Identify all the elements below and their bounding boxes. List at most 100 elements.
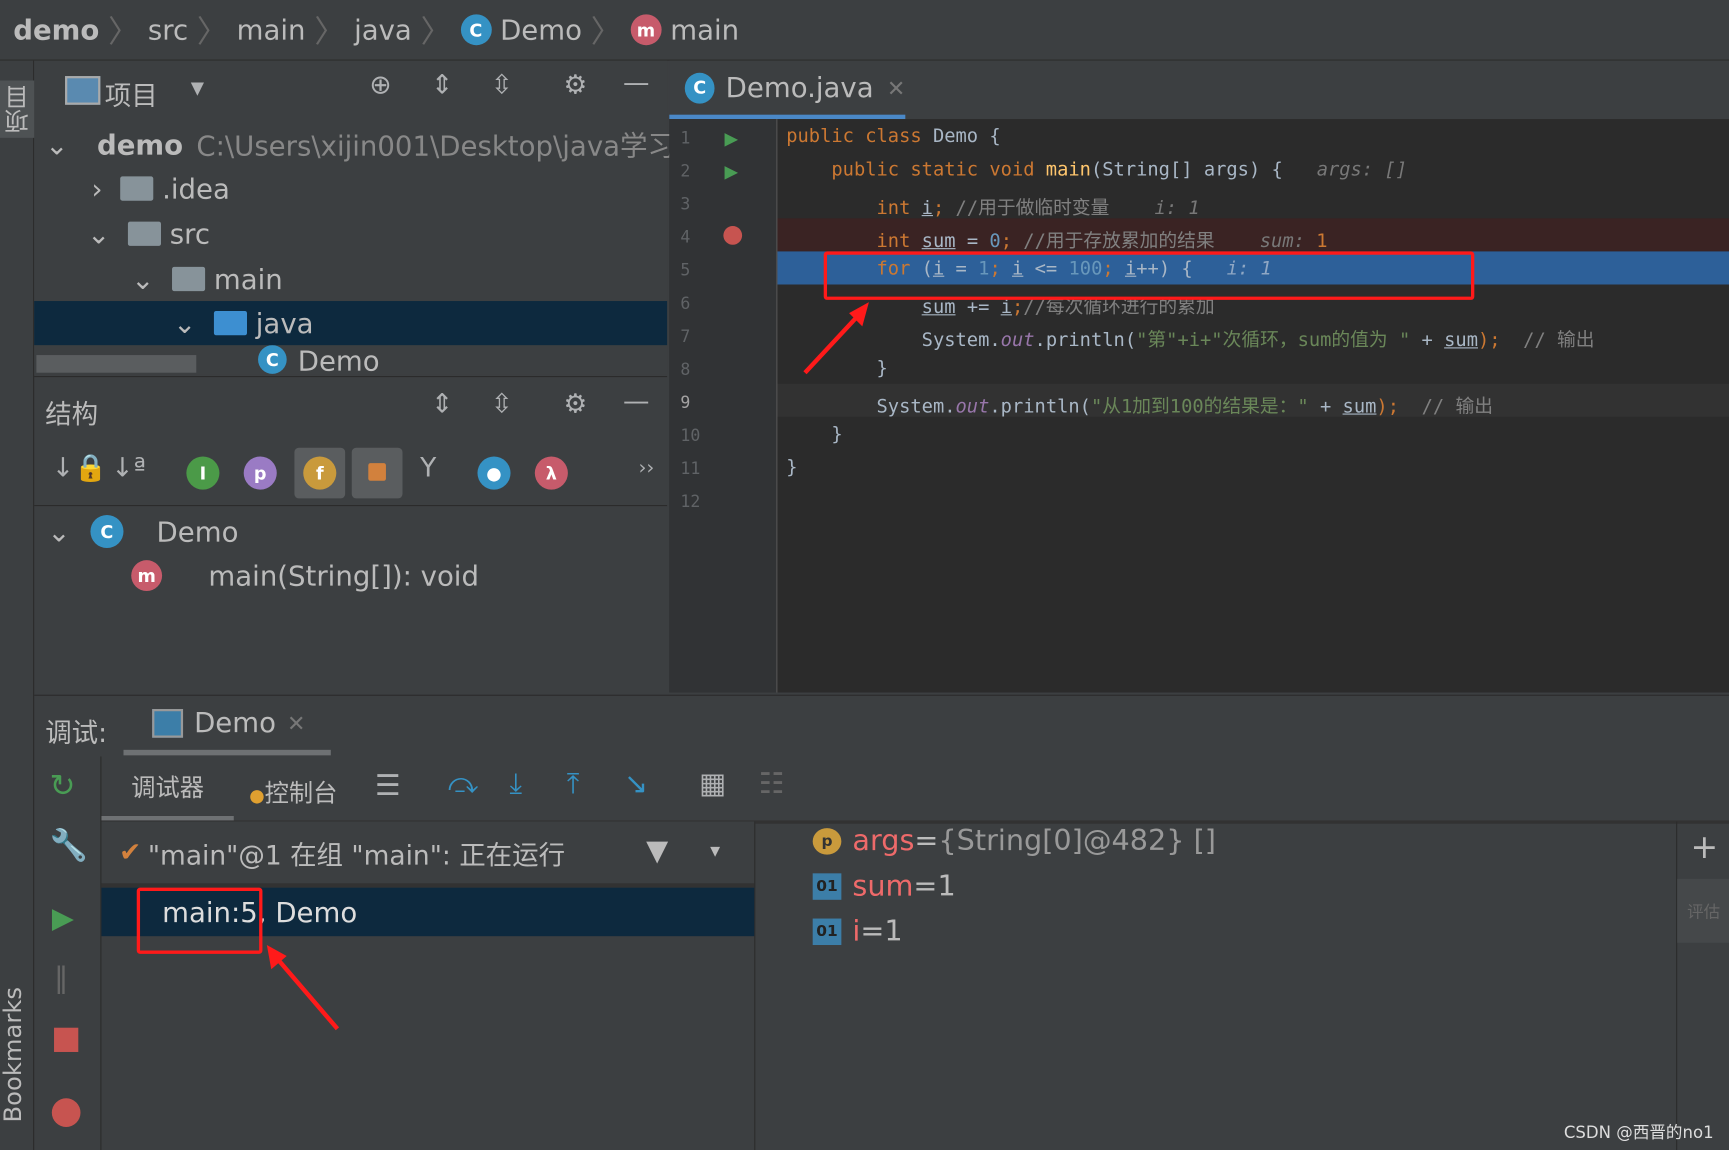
rerun-icon[interactable]: ↻ xyxy=(50,767,76,803)
plus-icon[interactable]: + xyxy=(1690,828,1718,867)
line-number: 11 xyxy=(680,458,701,479)
method-icon: m xyxy=(630,14,662,46)
structure-panel: 结构 ⇕ ⇳ ⚙ — ↓🔒 ↓ª I p f Y ● λ ›› ⌄ C Demo m… xyxy=(34,376,668,695)
breadcrumb: demo 〉 src 〉 main 〉 java 〉 C Demo 〉 m main xyxy=(0,0,1729,61)
run-icon[interactable]: ▶ xyxy=(724,128,738,149)
gear-icon[interactable]: ⚙ xyxy=(563,69,587,100)
tree-item-src[interactable]: ⌄ src xyxy=(34,212,667,256)
line-number: 1 xyxy=(680,127,691,148)
structure-item-main[interactable]: m main(String[]): void xyxy=(131,554,479,598)
crumb-main-method[interactable]: main xyxy=(670,14,739,46)
breakpoint-icon[interactable] xyxy=(723,226,743,245)
tab-demo-java[interactable]: C Demo.java ✕ xyxy=(669,61,906,120)
class-name: Demo xyxy=(156,515,239,548)
run-icon[interactable]: ▶ xyxy=(724,161,738,182)
more-icon[interactable]: ›› xyxy=(638,457,654,480)
fields-toggle[interactable]: f xyxy=(294,447,346,499)
variable-row[interactable]: 01 i = 1 xyxy=(812,915,903,949)
tab-debugger[interactable]: 调试器 xyxy=(101,756,234,821)
stop-icon[interactable] xyxy=(54,1027,79,1052)
expand-all-icon[interactable]: ⇕ xyxy=(431,69,453,100)
minimize-icon[interactable]: — xyxy=(623,386,649,417)
var-eq: = xyxy=(913,870,938,904)
crumb-java[interactable]: java xyxy=(354,14,412,46)
step-over-icon[interactable]: ⤼ xyxy=(448,767,479,801)
collapse-all-icon[interactable]: ⇳ xyxy=(491,388,513,419)
tree-item-java[interactable]: ⌄ java xyxy=(34,301,668,346)
filter-icon[interactable]: ▼ xyxy=(646,835,668,868)
gear-icon[interactable]: ⚙ xyxy=(563,388,587,419)
project-panel-title: 项目 xyxy=(104,80,158,112)
evaluate-button[interactable]: 评估 xyxy=(1677,878,1729,943)
resume-icon[interactable]: ▶ xyxy=(52,902,74,935)
project-view-icon xyxy=(65,76,101,105)
tab-console[interactable]: ●控制台 xyxy=(249,774,337,809)
var-name: sum xyxy=(852,870,914,904)
editor-tabs: C Demo.java ✕ xyxy=(669,60,1729,120)
minimize-icon[interactable]: — xyxy=(623,67,649,98)
watermark: CSDN @西晋的no1 xyxy=(1563,1122,1714,1143)
run-to-cursor-icon[interactable]: ↘ xyxy=(624,767,648,800)
crumb-demo[interactable]: demo xyxy=(13,14,99,46)
fork-icon[interactable]: Y xyxy=(420,452,436,483)
chevron-down-icon[interactable]: ▾ xyxy=(710,839,720,862)
warning-icon: ● xyxy=(249,785,265,807)
pause-icon[interactable]: ‖ xyxy=(54,962,68,995)
view-breakpoints-icon[interactable] xyxy=(51,1098,81,1127)
lambda-icon[interactable]: λ xyxy=(534,456,568,490)
var-eq: = xyxy=(860,915,885,949)
item-label: Demo xyxy=(297,345,380,375)
chevron-down-icon: ⌄ xyxy=(47,515,71,548)
close-icon[interactable]: ✕ xyxy=(287,710,305,736)
trace-icon[interactable]: ☷ xyxy=(759,767,785,800)
var-value: {String[0]@482} [] xyxy=(938,824,1216,858)
crumb-main[interactable]: main xyxy=(237,14,306,46)
threads-icon[interactable]: ☰ xyxy=(375,770,401,803)
tree-item-main[interactable]: ⌄ main xyxy=(34,257,667,301)
crumb-demo-class[interactable]: Demo xyxy=(500,14,582,46)
code-line-1: public class Demo { xyxy=(786,125,1001,148)
close-icon[interactable]: ✕ xyxy=(887,74,905,100)
code-line-9: System.out.println("从1加到100的结果是：" + sum)… xyxy=(786,395,1493,418)
thread-selector[interactable]: ✔ "main"@1 在组 "main": 正在运行 ▼ ▾ xyxy=(101,822,755,888)
item-label: src xyxy=(169,217,211,250)
var-eq: = xyxy=(914,824,939,858)
show-inherited-icon[interactable]: I xyxy=(186,456,220,490)
line-number: 9 xyxy=(680,392,691,413)
code-line-7: System.out.println("第"+i+"次循环，sum的值为 " +… xyxy=(786,329,1595,352)
code-line-10: } xyxy=(786,423,843,446)
horizontal-scrollbar[interactable] xyxy=(36,355,197,373)
method-signature: main(String[]): void xyxy=(208,559,479,592)
chevron-down-icon: ⌄ xyxy=(45,128,69,161)
anonymous-class-icon[interactable]: ● xyxy=(477,456,511,490)
step-into-icon[interactable]: ⤓ xyxy=(509,767,522,801)
parameter-icon: p xyxy=(812,828,842,855)
tree-item-demo[interactable]: ⌄ demo C:\Users\xijin001\Desktop\java学习 xyxy=(34,122,675,166)
code-line-4: int sum = 0; //用于存放累加的结果 sum: 1 xyxy=(786,230,1328,253)
expand-all-icon[interactable]: ⇕ xyxy=(431,388,453,419)
tab-console-label: 控制台 xyxy=(264,780,338,809)
bookmarks-tool-button[interactable]: Bookmarks xyxy=(0,987,28,1123)
evaluate-expression-icon[interactable]: ▦ xyxy=(699,767,726,800)
code-editor[interactable]: 1 2 3 4 5 6 7 8 9 10 11 12 ▶ ▶ public class Demo { … xyxy=(669,119,1729,693)
sort-by-visibility-icon[interactable]: ↓🔒 xyxy=(52,452,107,483)
line-number: 7 xyxy=(680,326,691,347)
non-public-toggle[interactable] xyxy=(351,447,403,499)
tree-item-idea[interactable]: › .idea xyxy=(34,167,667,211)
structure-item-demo[interactable]: ⌄ C Demo xyxy=(47,509,238,553)
locate-icon[interactable]: ⊕ xyxy=(369,69,391,100)
sort-alpha-icon[interactable]: ↓ª xyxy=(111,452,146,483)
collapse-all-icon[interactable]: ⇳ xyxy=(491,69,513,100)
show-properties-icon[interactable]: p xyxy=(243,456,277,490)
variable-row[interactable]: 01 sum = 1 xyxy=(812,870,956,904)
debug-session-tab[interactable]: Demo ✕ xyxy=(123,696,331,756)
ide-window: demo 〉 src 〉 main 〉 java 〉 C Demo 〉 m main 项目… xyxy=(0,0,1729,1150)
crumb-src[interactable]: src xyxy=(148,14,188,46)
chevron-down-icon[interactable]: ▾ xyxy=(191,72,204,103)
code-line-2: public static void main(String[] args) {… xyxy=(786,158,1407,181)
folder-icon xyxy=(127,221,161,246)
code-line-3: int i; //用于做临时变量 i: 1 xyxy=(786,197,1200,220)
variable-row[interactable]: p args = {String[0]@482} [] xyxy=(812,824,1216,858)
wrench-icon[interactable]: 🔧 xyxy=(50,827,88,863)
step-out-icon[interactable]: ⤒ xyxy=(567,767,580,801)
